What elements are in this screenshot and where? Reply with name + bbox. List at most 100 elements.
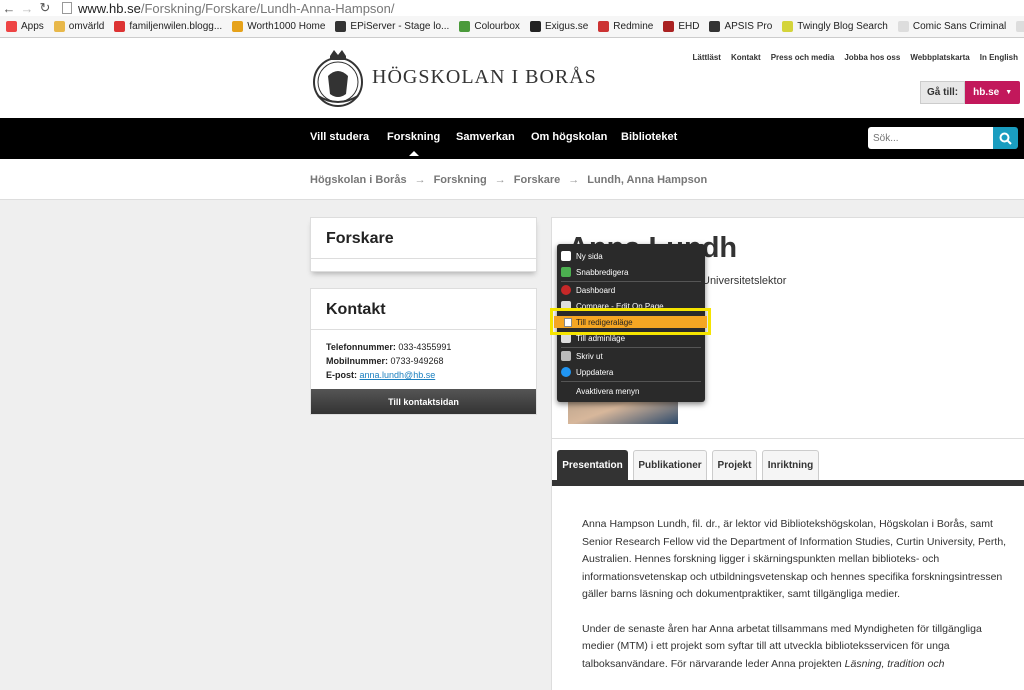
site-logo[interactable]: HÖGSKOLAN I BORÅS: [310, 46, 597, 108]
goto-label: Gå till:: [920, 81, 966, 104]
print-icon: [561, 351, 571, 361]
bookmark-item[interactable]: omvärld: [53, 21, 104, 32]
menu-item-ny-sida[interactable]: Ny sida: [557, 248, 705, 264]
contact-page-button[interactable]: Till kontaktsidan: [311, 389, 536, 414]
search-icon: [999, 132, 1012, 145]
presentation-paragraph-1: Anna Hampson Lundh, fil. dr., är lektor …: [582, 518, 1007, 600]
dashboard-icon: [561, 285, 571, 295]
caret-down-icon: ▼: [1005, 89, 1013, 96]
refresh-icon: [561, 367, 571, 377]
bookmark-icon: [459, 21, 471, 32]
bookmark-item[interactable]: Worth1000 Home: [232, 21, 325, 32]
url-field[interactable]: www.hb.se/Forskning/Forskare/Lundh-Anna-…: [78, 1, 395, 16]
top-link[interactable]: Press och media: [771, 53, 835, 62]
kontakt-box: Kontakt Telefonnummer: 033-4355991 Mobil…: [310, 288, 537, 415]
menu-item-dashboard[interactable]: Dashboard: [557, 282, 705, 298]
phone-label: Telefonnummer:: [326, 342, 396, 352]
menu-item-avaktivera-menyn[interactable]: Avaktivera menyn: [557, 383, 705, 399]
nav-item-vill-studera[interactable]: Vill studera: [310, 131, 369, 143]
arrow-right-icon: →: [414, 174, 426, 186]
browser-address-bar: ← → ↻ www.hb.se/Forskning/Forskare/Lundh…: [0, 0, 1024, 16]
reload-icon[interactable]: ↻: [36, 0, 54, 16]
highlight-box: Till redigeraläge: [550, 308, 711, 335]
bookmark-item[interactable]: Apps: [6, 21, 44, 32]
mobile-label: Mobilnummer:: [326, 356, 388, 366]
breadcrumb-item[interactable]: Forskning: [434, 174, 487, 186]
breadcrumb-item[interactable]: Högskolan i Borås: [310, 174, 407, 186]
bookmark-icon: [663, 21, 675, 32]
menu-divider: [561, 381, 701, 382]
nav-item-om-hogskolan[interactable]: Om högskolan: [531, 131, 607, 143]
goto-dropdown[interactable]: hb.se ▼: [965, 81, 1021, 104]
bookmark-icon: [114, 21, 126, 32]
breadcrumb: Högskolan i Borås → Forskning → Forskare → Lun…: [0, 159, 1024, 200]
menu-item-snabbredigera[interactable]: Snabbredigera: [557, 264, 705, 280]
bookmark-icon: [53, 21, 65, 32]
phone-value: 033-4355991: [398, 342, 452, 352]
breadcrumb-item: Lundh, Anna Hampson: [587, 174, 708, 186]
tab-inriktning[interactable]: Inriktning: [762, 450, 819, 480]
search-button[interactable]: [993, 127, 1018, 149]
back-icon[interactable]: ←: [0, 1, 18, 16]
arrow-right-icon: →: [568, 174, 580, 186]
search-box: [868, 127, 1018, 149]
forward-icon[interactable]: →: [18, 1, 36, 16]
bookmark-icon: [709, 21, 721, 32]
page-icon: [62, 2, 72, 14]
top-link[interactable]: Webbplatskarta: [910, 53, 969, 62]
top-link[interactable]: Lättläst: [692, 53, 720, 62]
arrow-right-icon: →: [494, 174, 506, 186]
top-link[interactable]: Jobba hos oss: [844, 53, 900, 62]
contact-info: Telefonnummer: 033-4355991 Mobilnummer: …: [311, 330, 536, 388]
goto-selector[interactable]: Gå till: hb.se ▼: [920, 81, 1021, 104]
forskare-box: Forskare: [310, 217, 537, 272]
nav-item-samverkan[interactable]: Samverkan: [456, 131, 515, 143]
bookmark-icon: [6, 21, 17, 32]
tab-presentation[interactable]: Presentation: [557, 450, 628, 480]
bookmark-item[interactable]: Handbok i begrip: [1016, 21, 1024, 32]
bookmarks-bar: Apps omvärld familjenwilen.blogg... Worth10…: [0, 16, 1024, 38]
content-tabs: Presentation Publikationer Projekt Inrik…: [551, 439, 1024, 486]
forskare-title: Forskare: [311, 218, 536, 259]
site-name: HÖGSKOLAN I BORÅS: [372, 65, 597, 88]
bookmark-icon: [897, 21, 909, 32]
bookmark-icon: [335, 21, 347, 32]
tab-publikationer[interactable]: Publikationer: [633, 450, 707, 480]
breadcrumb-item[interactable]: Forskare: [514, 174, 560, 186]
mobile-value: 0733-949268: [390, 356, 444, 366]
bookmark-item[interactable]: APSIS Pro: [709, 21, 772, 32]
top-link[interactable]: Kontakt: [731, 53, 761, 62]
edit-mode-icon: [564, 317, 572, 327]
site-header: HÖGSKOLAN I BORÅS Lättläst Kontakt Press o…: [0, 38, 1024, 118]
top-link[interactable]: In English: [980, 53, 1018, 62]
bookmark-item[interactable]: Redmine: [598, 21, 653, 32]
top-links: Lättläst Kontakt Press och media Jobba hos …: [682, 53, 1018, 62]
bookmark-item[interactable]: EPiServer - Stage lo...: [335, 21, 449, 32]
bookmark-icon: [598, 21, 610, 32]
nav-item-forskning[interactable]: Forskning: [387, 131, 440, 156]
presentation-paragraph-2: Under de senaste åren har Anna arbetat t…: [582, 622, 982, 670]
bookmark-item[interactable]: Comic Sans Criminal: [897, 21, 1006, 32]
menu-item-till-redigeralage[interactable]: Till redigeraläge: [554, 316, 707, 328]
email-link[interactable]: anna.lundh@hb.se: [360, 370, 436, 380]
profile-role: Universitetslektor: [702, 275, 787, 287]
bookmark-icon: [232, 21, 244, 32]
menu-item-skriv-ut[interactable]: Skriv ut: [557, 348, 705, 364]
bookmark-item[interactable]: familjenwilen.blogg...: [114, 21, 222, 32]
main-nav: Vill studera Forskning Samverkan Om högs…: [0, 118, 1024, 159]
bookmark-item[interactable]: Exigus.se: [529, 21, 588, 32]
email-label: E-post:: [326, 370, 357, 380]
tab-projekt[interactable]: Projekt: [712, 450, 757, 480]
bookmark-icon: [1016, 21, 1024, 32]
bookmark-item[interactable]: EHD: [663, 21, 699, 32]
new-page-icon: [561, 251, 571, 261]
bookmark-item[interactable]: Twingly Blog Search: [782, 21, 888, 32]
bookmark-item[interactable]: Colourbox: [459, 21, 520, 32]
presentation-content: Anna Hampson Lundh, fil. dr., är lektor …: [551, 486, 1024, 690]
kontakt-title: Kontakt: [311, 289, 536, 330]
bookmark-icon: [529, 21, 541, 32]
menu-item-uppdatera[interactable]: Uppdatera: [557, 364, 705, 380]
nav-item-biblioteket[interactable]: Biblioteket: [621, 131, 677, 143]
quick-edit-icon: [561, 267, 571, 277]
search-input[interactable]: [868, 127, 993, 149]
